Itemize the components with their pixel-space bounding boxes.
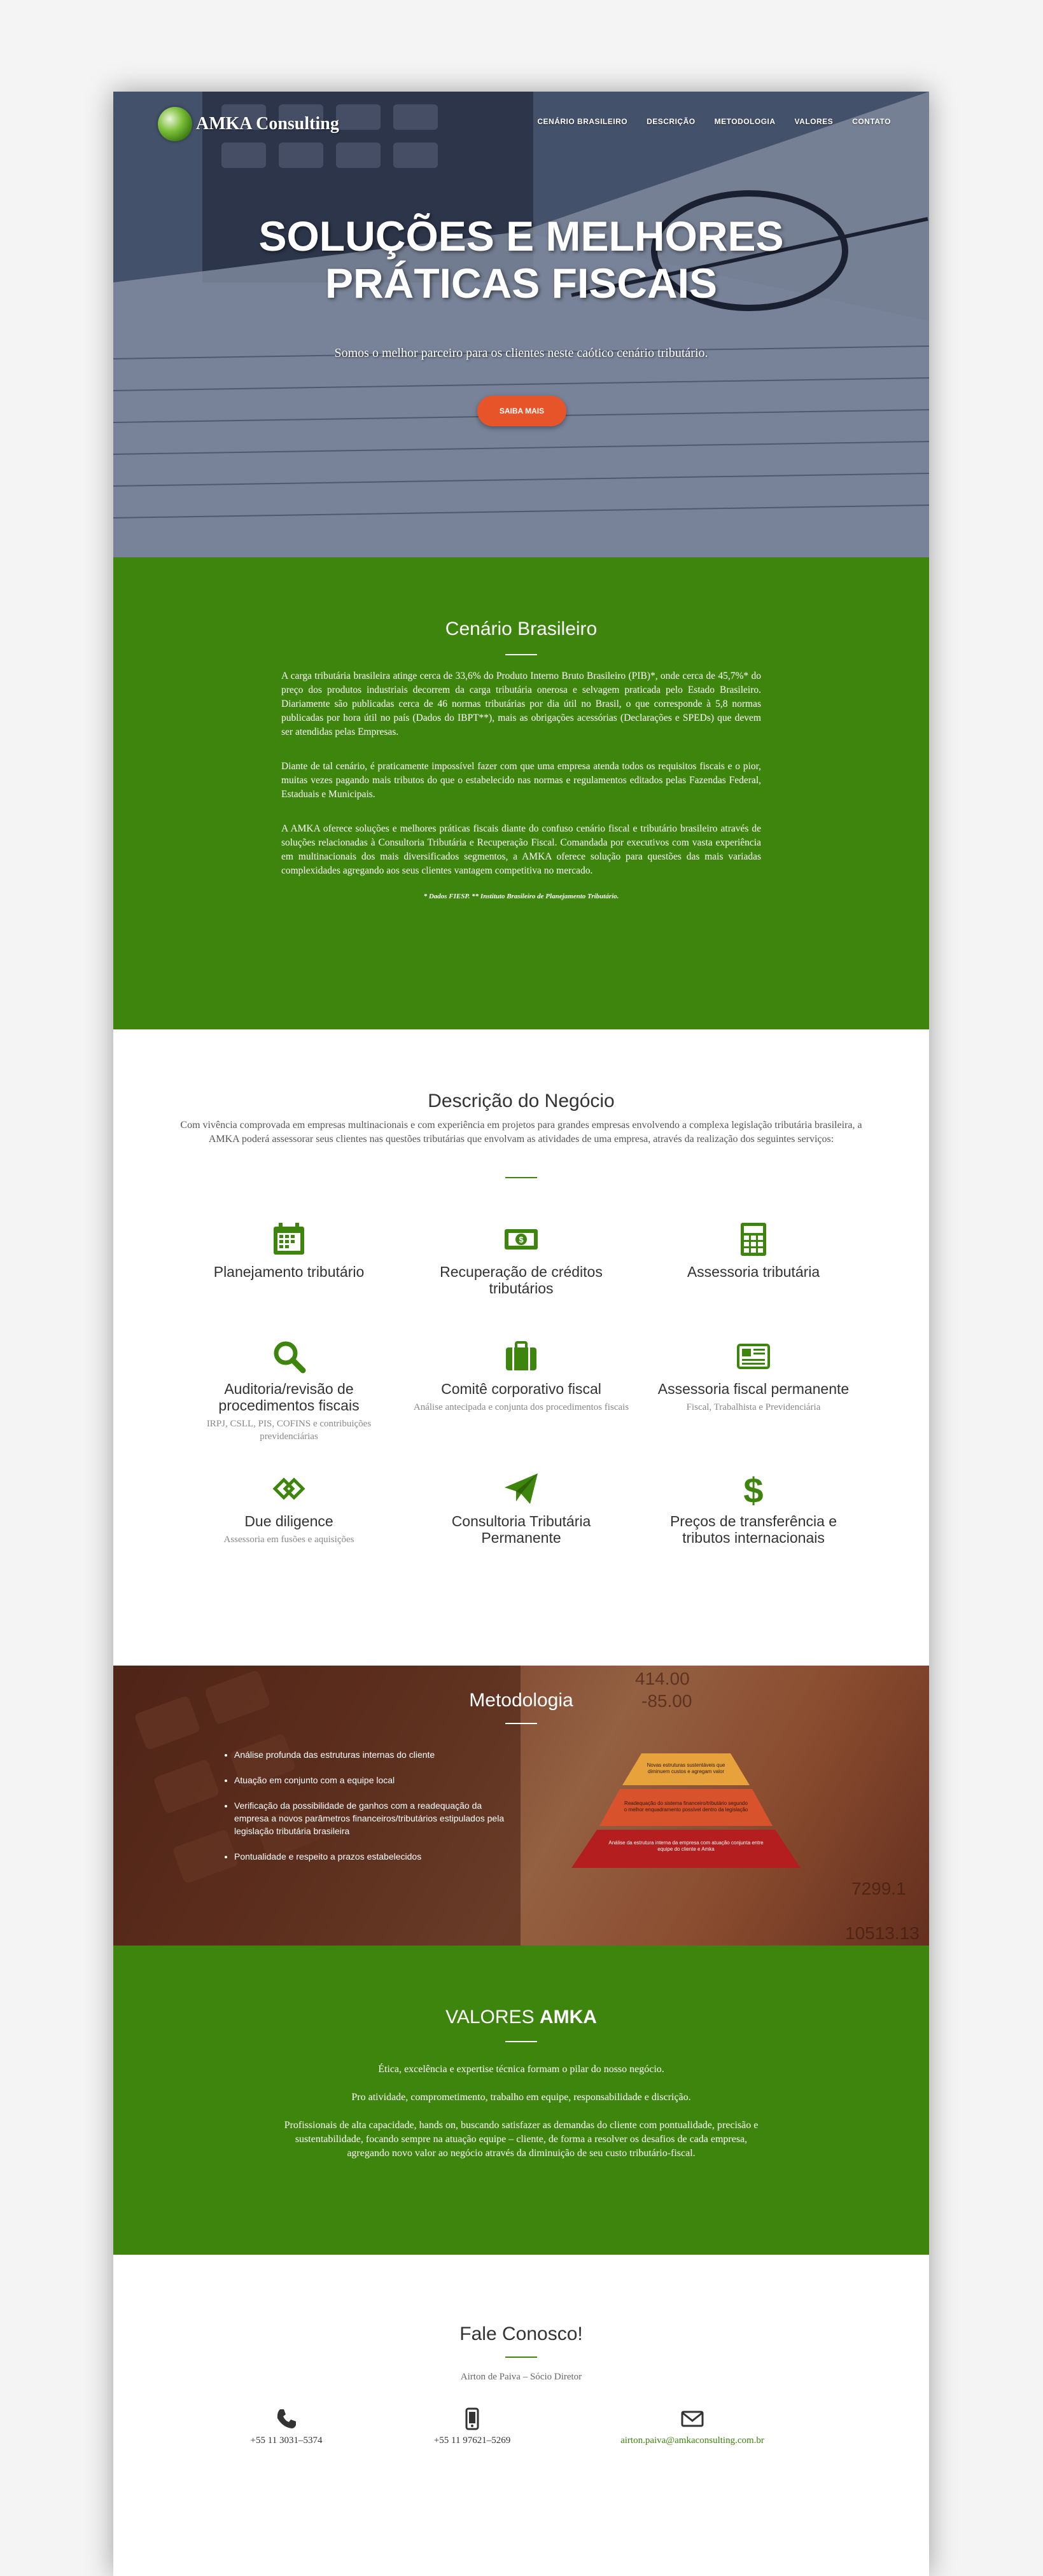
- valores-title: VALORES AMKA: [113, 2007, 929, 2028]
- metodologia-list: Análise profunda das estruturas internas…: [221, 1748, 514, 1876]
- paper-plane-icon: [502, 1470, 540, 1508]
- briefcase-icon: [502, 1337, 540, 1375]
- descricao-intro: Com vivência comprovada em empresas mult…: [180, 1120, 862, 1145]
- descricao-divider: [505, 1177, 537, 1178]
- calendar-icon: [270, 1220, 308, 1258]
- logo[interactable]: AMKA Consulting: [158, 107, 339, 141]
- envelope-icon: [681, 2407, 704, 2430]
- contato-divider: [505, 2357, 537, 2358]
- hero-title: SOLUÇÕES E MELHORES PRÁTICAS FISCAIS: [113, 212, 929, 307]
- descricao-section: Descrição do Negócio Com vivência compro…: [113, 1029, 929, 1666]
- service-description: IRPJ, CSLL, PIS, COFINS e contribuições …: [206, 1419, 372, 1442]
- pyramid-tier-middle: Readequação do sistema financeiro/tribut…: [624, 1800, 748, 1813]
- nav-cenario-brasileiro[interactable]: CENÁRIO BRASILEIRO: [537, 117, 627, 126]
- phone-number[interactable]: +55 11 3031–5374: [191, 2435, 382, 2446]
- contato-section: Fale Conosco! Airton de Paiva – Sócio Di…: [113, 2255, 929, 2576]
- service-item: Comitê corporativo fiscal Análise anteci…: [413, 1337, 629, 1414]
- main-nav: CENÁRIO BRASILEIRO DESCRIÇÃO METODOLOGIA…: [537, 117, 891, 126]
- hero-overlay: [113, 92, 929, 557]
- cenario-body: A carga tributária brasileira atinge cer…: [281, 669, 761, 903]
- hero-subtitle: Somos o melhor parceiro para os clientes…: [334, 346, 708, 360]
- service-title: Assessoria fiscal permanente: [657, 1381, 850, 1397]
- list-item: Atuação em conjunto com a equipe local: [234, 1774, 514, 1786]
- cenario-paragraph-1: A carga tributária brasileira atinge cer…: [281, 671, 761, 737]
- metodologia-pyramid: Novas estruturas sustentáveis que diminu…: [565, 1747, 807, 1874]
- metodologia-title: Metodologia: [469, 1690, 573, 1711]
- mobile-phone-icon: [461, 2407, 484, 2430]
- contact-mobile: +55 11 97621–5269: [377, 2407, 568, 2446]
- newspaper-icon: [734, 1337, 773, 1375]
- email-link[interactable]: airton.paiva@amkaconsulting.com.br: [584, 2435, 801, 2446]
- contact-email: airton.paiva@amkaconsulting.com.br: [584, 2407, 801, 2446]
- service-item: Due diligence Assessoria em fusões e aqu…: [181, 1470, 397, 1546]
- service-description: Análise antecipada e conjunta dos proced…: [413, 1402, 629, 1412]
- service-title: Recuperação de créditos tributários: [440, 1264, 603, 1297]
- descricao-title: Descrição do Negócio: [428, 1090, 615, 1111]
- page: AMKA Consulting CENÁRIO BRASILEIRO DESCR…: [113, 92, 929, 2576]
- svg-text:$: $: [743, 1470, 763, 1508]
- valores-section: VALORES AMKA Ética, excelência e experti…: [113, 1946, 929, 2255]
- service-item: Assessoria fiscal permanente Fiscal, Tra…: [645, 1337, 862, 1414]
- service-title: Auditoria/revisão de procedimentos fisca…: [218, 1381, 360, 1414]
- calculator-icon: [734, 1220, 773, 1258]
- metodologia-divider: [505, 1723, 537, 1724]
- svg-text:$: $: [519, 1235, 524, 1244]
- valores-divider: [505, 2041, 537, 2042]
- valores-title-prefix: VALORES: [445, 2007, 540, 2028]
- service-item: $ Recuperação de créditos tributários: [413, 1220, 629, 1297]
- cenario-divider: [505, 654, 537, 655]
- hero-section: AMKA Consulting CENÁRIO BRASILEIRO DESCR…: [113, 92, 929, 557]
- nav-descricao[interactable]: DESCRIÇÃO: [647, 117, 696, 126]
- service-title: Consultoria Tributária Permanente: [451, 1513, 591, 1546]
- pyramid-tier-top: Novas estruturas sustentáveis que diminu…: [647, 1762, 725, 1774]
- cenario-title: Cenário Brasileiro: [445, 618, 598, 639]
- service-title: Assessoria tributária: [687, 1264, 820, 1280]
- list-item: Análise profunda das estruturas internas…: [234, 1748, 514, 1761]
- mobile-number[interactable]: +55 11 97621–5269: [377, 2435, 568, 2446]
- nav-contato[interactable]: CONTATO: [852, 117, 891, 126]
- service-description: Assessoria em fusões e aquisições: [223, 1535, 354, 1545]
- contato-person: Airton de Paiva – Sócio Diretor: [460, 2372, 582, 2382]
- contact-phone: +55 11 3031–5374: [191, 2407, 382, 2446]
- valores-paragraph-3: Profissionais de alta capacidade, hands …: [284, 2120, 759, 2159]
- service-item: Consultoria Tributária Permanente: [413, 1470, 629, 1546]
- contato-title: Fale Conosco!: [459, 2323, 583, 2344]
- service-title: Due diligence: [244, 1513, 333, 1529]
- dollar-icon: $: [734, 1470, 773, 1510]
- nav-metodologia[interactable]: METODOLOGIA: [715, 117, 776, 126]
- cenario-paragraph-3: A AMKA oferece soluções e melhores práti…: [281, 823, 761, 876]
- cenario-paragraph-2: Diante de tal cenário, é praticamente im…: [281, 761, 761, 800]
- valores-body: Ética, excelência e expertise técnica fo…: [281, 2063, 761, 2175]
- service-title: Planejamento tributário: [213, 1264, 365, 1280]
- globe-logo-icon: [158, 107, 192, 141]
- saiba-mais-button[interactable]: SAIBA MAIS: [477, 396, 566, 426]
- hero-title-line1: SOLUÇÕES E MELHORES: [258, 212, 784, 260]
- service-title: Preços de transferência e tributos inter…: [669, 1513, 837, 1546]
- phone-icon: [275, 2407, 298, 2430]
- list-item: Verificação da possibilidade de ganhos c…: [234, 1799, 514, 1837]
- search-icon: [270, 1337, 308, 1375]
- service-description: Fiscal, Trabalhista e Previdenciária: [686, 1402, 821, 1412]
- valores-paragraph-2: Pro atividade, comprometimento, trabalho…: [351, 2092, 691, 2103]
- handshake-icon: [270, 1470, 308, 1508]
- hero-title-line2: PRÁTICAS FISCAIS: [325, 260, 718, 307]
- cenario-section: Cenário Brasileiro A carga tributária br…: [113, 557, 929, 1029]
- service-item: $ Preços de transferência e tributos int…: [645, 1470, 862, 1546]
- service-item: Auditoria/revisão de procedimentos fisca…: [181, 1337, 397, 1443]
- service-item: Assessoria tributária: [645, 1220, 862, 1280]
- service-item: Planejamento tributário: [181, 1220, 397, 1280]
- valores-title-bold: AMKA: [539, 2007, 597, 2028]
- service-title: Comitê corporativo fiscal: [441, 1381, 601, 1397]
- valores-paragraph-1: Ética, excelência e expertise técnica fo…: [378, 2064, 664, 2075]
- nav-valores[interactable]: VALORES: [795, 117, 834, 126]
- navbar: AMKA Consulting CENÁRIO BRASILEIRO DESCR…: [113, 92, 929, 149]
- pyramid-tier-bottom: Análise da estrutura interna da empresa …: [608, 1840, 764, 1852]
- logo-text: AMKA Consulting: [196, 114, 339, 134]
- list-item: Pontualidade e respeito a prazos estabel…: [234, 1850, 514, 1863]
- money-icon: $: [502, 1220, 540, 1258]
- cenario-footnote: * Dados FIESP. ** Instituto Brasileiro d…: [423, 893, 619, 900]
- metodologia-section: 414.00 -85.00 7299.1 10513.13 Metodologia …: [113, 1666, 929, 1946]
